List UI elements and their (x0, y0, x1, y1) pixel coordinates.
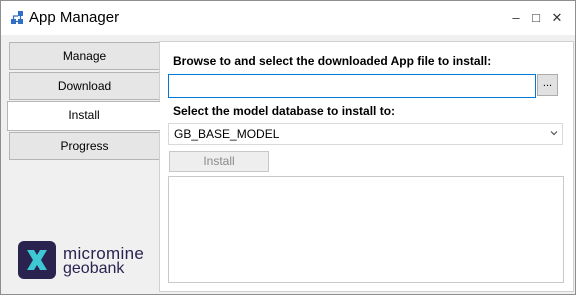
browse-button[interactable]: ... (537, 74, 558, 96)
logo-mark-icon (18, 241, 56, 279)
database-label: Select the model database to install to: (173, 104, 396, 118)
tab-manage[interactable]: Manage (9, 42, 160, 70)
install-button[interactable]: Install (169, 151, 269, 172)
maximize-button[interactable]: □ (526, 9, 546, 27)
app-manager-window: App Manager – □ ✕ Manage Download Instal… (0, 0, 576, 295)
micromine-geobank-logo: micromine geobank (18, 241, 168, 283)
database-selected-value: GB_BASE_MODEL (174, 127, 280, 141)
install-panel: Browse to and select the downloaded App … (159, 41, 574, 292)
window-title: App Manager (29, 9, 120, 26)
chevron-down-icon (550, 131, 558, 136)
tab-progress[interactable]: Progress (9, 132, 160, 160)
tab-download[interactable]: Download (9, 72, 160, 100)
browse-label: Browse to and select the downloaded App … (173, 54, 492, 68)
close-button[interactable]: ✕ (547, 9, 567, 27)
network-nodes-icon (11, 11, 23, 24)
logo-text-geobank: geobank (63, 260, 125, 277)
minimize-button[interactable]: – (506, 9, 526, 27)
file-path-input[interactable] (168, 74, 536, 98)
install-log-box[interactable] (168, 176, 564, 283)
title-bar: App Manager – □ ✕ (1, 1, 575, 35)
tab-install[interactable]: Install (7, 101, 160, 131)
database-select[interactable]: GB_BASE_MODEL (168, 123, 563, 145)
